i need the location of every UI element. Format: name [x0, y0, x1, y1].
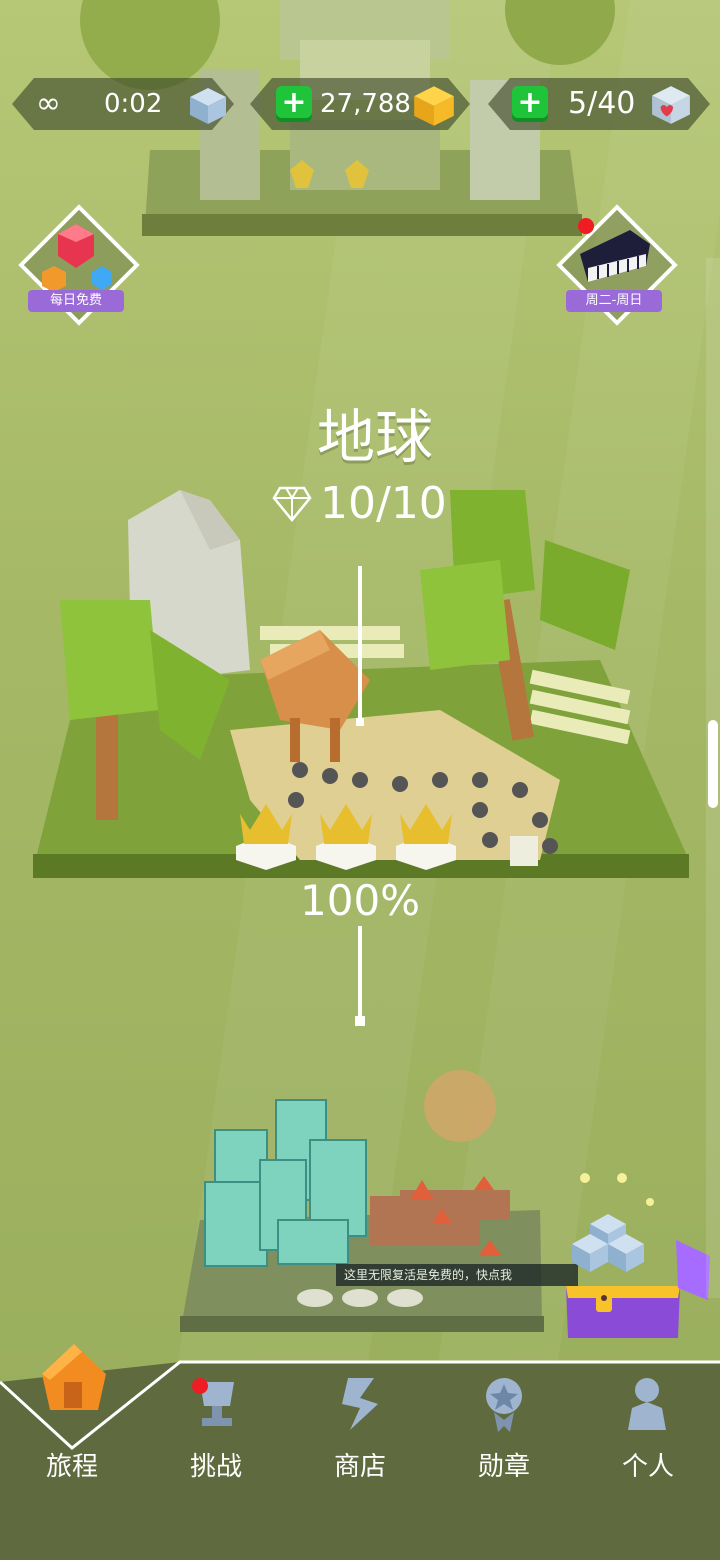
cube-icon — [190, 88, 226, 124]
progress-percent: 100% — [300, 876, 421, 925]
level-title: 地球 — [316, 403, 433, 471]
nav-journey[interactable]: 旅程 — [0, 1344, 144, 1560]
city-level-island[interactable] — [170, 1060, 570, 1340]
free-revive-tip[interactable]: 这里无限复活是免费的，快点我 — [336, 1264, 578, 1286]
gold-cube-icon — [414, 86, 454, 126]
crown-icon — [396, 804, 456, 870]
gems-icon — [42, 224, 112, 292]
crown-icon — [316, 804, 376, 870]
shop-icon — [342, 1378, 378, 1430]
lives-panel: + 5/40 — [488, 78, 710, 130]
crown-icon — [236, 804, 296, 870]
nav-profile[interactable]: 个人 — [576, 1354, 720, 1560]
earth-level-island[interactable] — [0, 480, 720, 940]
nav-challenge[interactable]: 挑战 — [144, 1354, 288, 1560]
house-icon — [42, 1344, 106, 1410]
nav-journey-label: 旅程 — [45, 1452, 98, 1482]
connector-node — [355, 1016, 365, 1026]
add-coins-button[interactable]: + — [276, 86, 312, 122]
coins-panel: + 27,788 — [250, 78, 470, 130]
challenge-notification-dot — [192, 1378, 208, 1394]
nav-medals-label: 勋章 — [477, 1452, 530, 1482]
treasure-chest-icon[interactable] — [560, 1168, 720, 1348]
add-lives-button[interactable]: + — [512, 86, 548, 122]
medal-icon — [486, 1378, 522, 1432]
crowns-row — [236, 804, 456, 870]
nav-medals[interactable]: 勋章 — [432, 1354, 576, 1560]
nav-shop[interactable]: 商店 — [288, 1354, 432, 1560]
scroll-handle[interactable] — [708, 720, 718, 808]
coins-value: 27,788 — [320, 89, 411, 119]
piano-event-badge[interactable]: 周二-周日 — [556, 204, 678, 326]
heart-cube-icon — [652, 86, 690, 124]
nav-challenge-label: 挑战 — [189, 1452, 242, 1482]
notification-dot — [578, 218, 594, 234]
daily-free-badge[interactable]: 每日免费 — [18, 204, 140, 326]
piano-event-label: 周二-周日 — [566, 290, 662, 312]
person-icon — [628, 1378, 666, 1430]
infinity-icon: ∞ — [36, 86, 61, 121]
lives-value: 5/40 — [568, 86, 636, 121]
daily-free-label: 每日免费 — [28, 290, 124, 312]
timer-value: 0:02 — [104, 89, 163, 119]
nav-shop-label: 商店 — [333, 1452, 386, 1482]
nav-profile-label: 个人 — [621, 1452, 674, 1482]
timer-panel: ∞ 0:02 — [12, 78, 234, 130]
bottom-nav: 旅程 挑战 商店 勋章 个人 — [0, 1344, 720, 1560]
connector-line — [358, 926, 362, 1018]
